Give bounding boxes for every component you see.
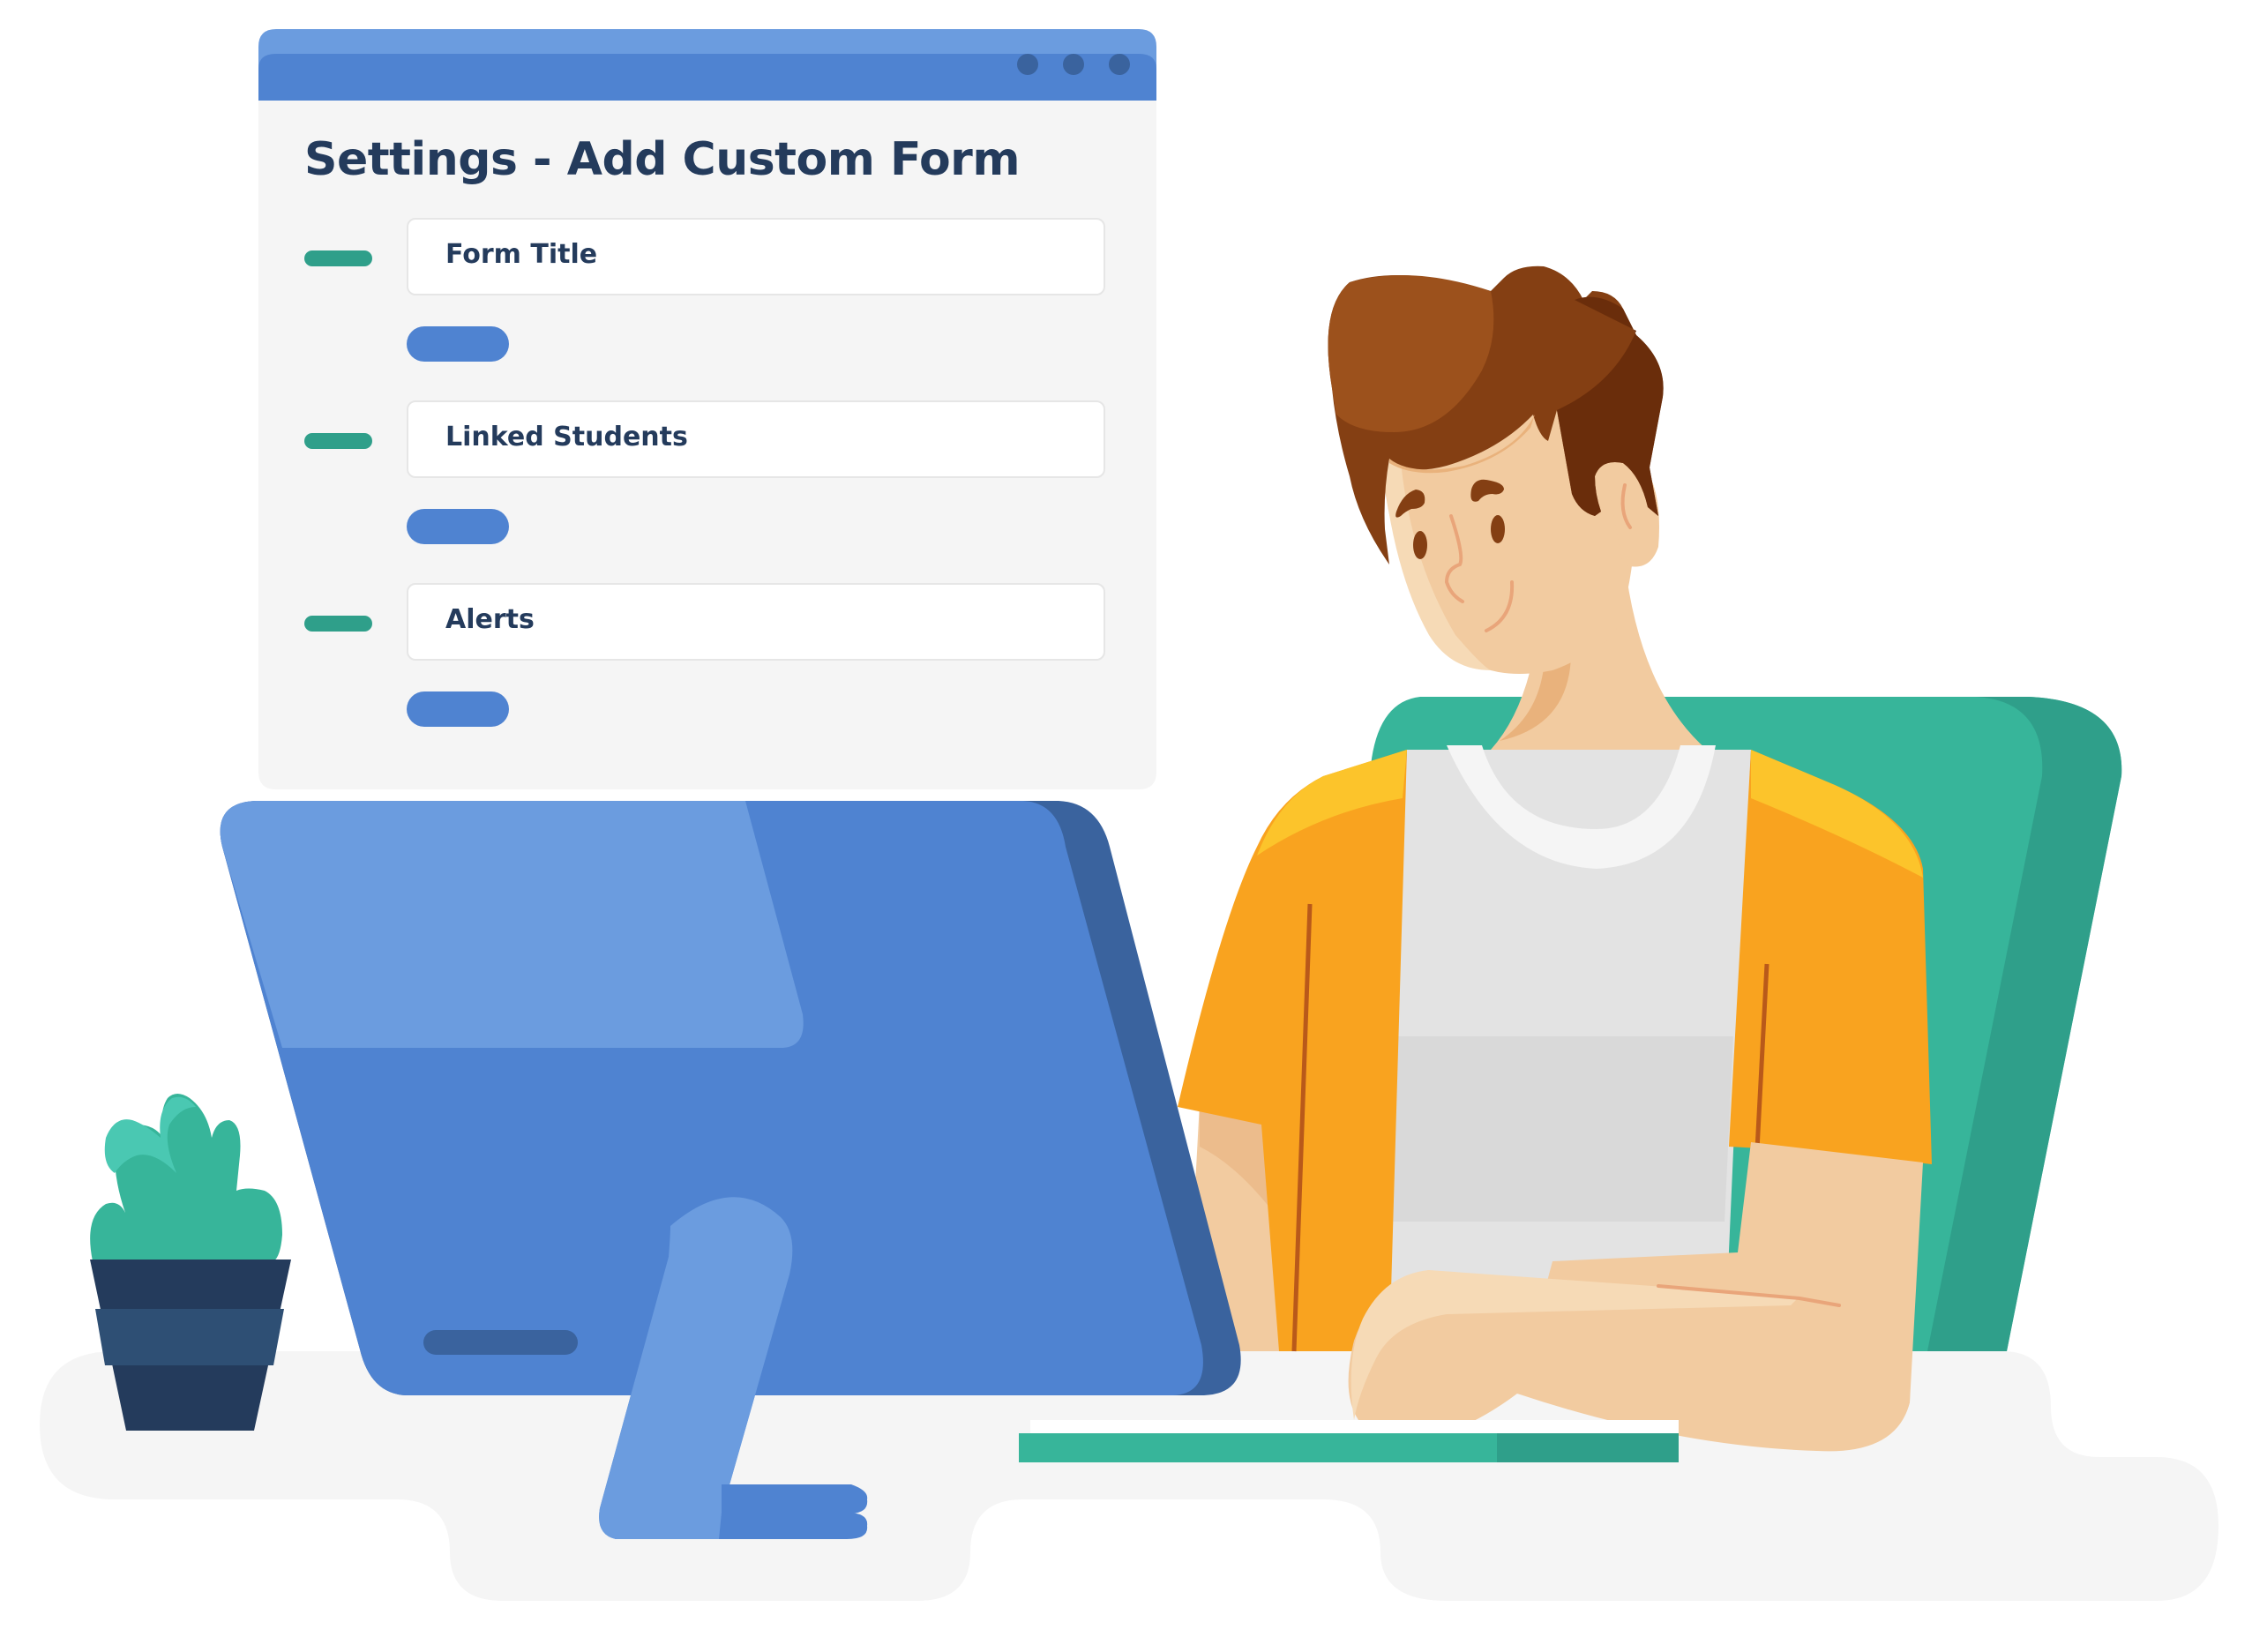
field-label: Form Title: [445, 239, 598, 270]
field-marker-icon: [304, 616, 372, 632]
window-dot-icon[interactable]: [1063, 54, 1084, 75]
alerts-toggle-button[interactable]: [407, 691, 509, 727]
plant: [90, 1094, 291, 1431]
form-title-toggle-button[interactable]: [407, 326, 509, 362]
field-marker-icon: [304, 433, 372, 449]
form-title-field[interactable]: Form Title: [407, 218, 1105, 295]
person: [1178, 265, 1932, 1452]
window-controls: [1017, 54, 1130, 75]
settings-window: Settings - Add Custom Form Form Title Li…: [258, 29, 1156, 789]
page-title: Settings - Add Custom Form: [304, 133, 1021, 186]
field-marker-icon: [304, 250, 372, 266]
field-label: Linked Students: [445, 422, 688, 452]
alerts-field[interactable]: Alerts: [407, 583, 1105, 661]
monitor-slot: [423, 1330, 578, 1355]
linked-students-field[interactable]: Linked Students: [407, 400, 1105, 478]
keyboard: [1019, 1420, 1679, 1462]
linked-students-toggle-button[interactable]: [407, 509, 509, 544]
window-dot-icon[interactable]: [1109, 54, 1130, 75]
window-dot-icon[interactable]: [1017, 54, 1038, 75]
field-label: Alerts: [445, 604, 535, 635]
